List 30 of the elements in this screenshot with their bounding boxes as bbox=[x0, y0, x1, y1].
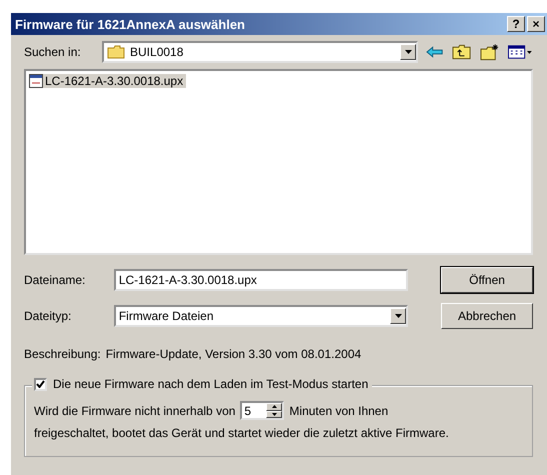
down-arrow-icon bbox=[272, 412, 277, 416]
look-in-label: Suchen in: bbox=[24, 45, 82, 59]
test-mode-checkbox[interactable] bbox=[34, 378, 47, 390]
cancel-button[interactable]: Abbrechen bbox=[441, 303, 534, 329]
spin-up-button[interactable] bbox=[266, 403, 282, 410]
timeout-text: Minuten von Ihnen bbox=[289, 404, 388, 418]
look-in-value: BUIL0018 bbox=[130, 45, 184, 59]
filetype-label: Dateityp: bbox=[24, 309, 72, 323]
close-button[interactable]: × bbox=[527, 16, 545, 32]
description-label: Beschreibung: bbox=[24, 347, 101, 361]
file-icon bbox=[29, 74, 43, 88]
timeout-text: Wird die Firmware nicht innerhalb von bbox=[34, 404, 236, 418]
help-button[interactable]: ? bbox=[507, 16, 525, 32]
view-menu-icon[interactable] bbox=[508, 45, 533, 59]
back-arrow-icon[interactable] bbox=[426, 46, 444, 58]
timeout-text: freigeschaltet, bootet das Gerät und startet wieder die zuletzt aktive Firmware. bbox=[34, 426, 450, 440]
file-item[interactable]: LC-1621-A-3.30.0018.upx bbox=[29, 74, 186, 88]
window-title: Firmware für 1621AnnexA auswählen bbox=[15, 16, 246, 32]
open-button[interactable]: Öffnen bbox=[441, 267, 533, 293]
new-folder-icon[interactable] bbox=[480, 43, 500, 61]
filetype-dropdown[interactable]: Firmware Dateien bbox=[114, 305, 408, 327]
folder-icon bbox=[107, 45, 126, 59]
up-folder-icon[interactable] bbox=[452, 44, 472, 60]
checkbox-label: Die neue Firmware nach dem Laden im Test-Modus starten bbox=[53, 377, 368, 391]
up-arrow-icon bbox=[272, 405, 277, 408]
description-value: Firmware-Update, Version 3.30 vom 08.01.2004 bbox=[106, 347, 362, 361]
filename-field[interactable]: LC-1621-A-3.30.0018.upx bbox=[114, 269, 408, 291]
minutes-spinbox[interactable]: 5 bbox=[240, 401, 284, 420]
look-in-dropdown[interactable]: BUIL0018 bbox=[102, 41, 418, 63]
filename-label: Dateiname: bbox=[24, 273, 86, 287]
